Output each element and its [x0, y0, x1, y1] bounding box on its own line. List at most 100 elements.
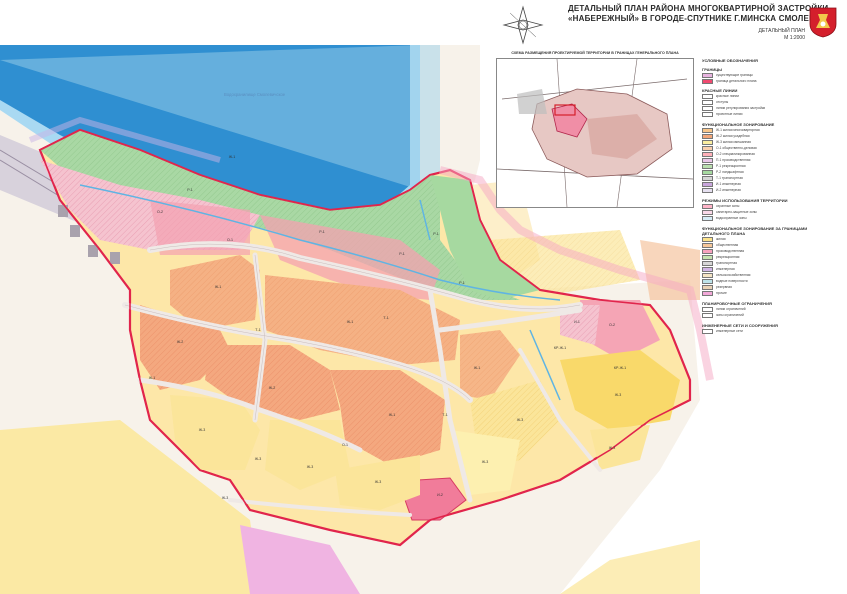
zone-label: Т-1 — [383, 316, 389, 320]
legend-item-label: О-1 общественно-деловая — [716, 145, 757, 150]
legend-swatch — [702, 170, 713, 175]
legend-item: охранные зоны — [702, 204, 830, 209]
legend-item-label: зоны ограничений — [716, 312, 744, 317]
zone-label: Ж-3 — [481, 460, 489, 464]
legend-item: общественная — [702, 243, 830, 248]
zone-label: Ж-1 — [388, 413, 396, 417]
zone-label: Р-1 — [319, 230, 325, 234]
legend-swatch — [702, 237, 713, 242]
zone-label: Р-1 — [399, 252, 405, 256]
legend-item-label: санитарно-защитные зоны — [716, 209, 757, 214]
legend-item-label: О-2 специализированная — [716, 151, 755, 156]
legend-swatch — [702, 106, 713, 111]
legend-item: сельскохозяйственная — [702, 273, 830, 278]
legend-swatch — [702, 128, 713, 133]
legend-item-label: водоохранные зоны — [716, 215, 747, 220]
sheet-subtitle: ДЕТАЛЬНЫЙ ПЛАН М 1:2000 — [745, 28, 805, 42]
legend-item: инженерные сети — [702, 329, 830, 334]
zone-label: Ж-1 — [473, 366, 481, 370]
legend-item: Ж-3 жилая смешанная — [702, 140, 830, 145]
subtitle-line-1: ДЕТАЛЬНЫЙ ПЛАН — [758, 28, 805, 34]
location-scheme-inset — [496, 58, 694, 208]
legend-item: существующие границы — [702, 73, 830, 78]
legend-item: О-1 общественно-деловая — [702, 146, 830, 151]
legend-item: производственная — [702, 249, 830, 254]
legend-swatch — [702, 279, 713, 284]
title-line-2: «НАБЕРЕЖНЫЙ» В ГОРОДЕ-СПУТНИКЕ Г.МИНСКА … — [568, 14, 833, 23]
zone-label: Ж-1 — [214, 285, 222, 289]
legend-swatch — [702, 210, 713, 215]
zone-label: О-1 — [342, 443, 348, 447]
legend-item-label: Ж-2 жилая усадебная — [716, 133, 750, 138]
legend-item: линии регулирования застройки — [702, 106, 830, 111]
legend-item: Р-1 рекреационная — [702, 164, 830, 169]
coat-of-arms-icon — [809, 7, 837, 38]
legend-item-label: линии ограничений — [716, 306, 746, 311]
legend-item: П-1 производственная — [702, 158, 830, 163]
legend-item: И-1 инженерная — [702, 182, 830, 187]
legend-item-label: граница детального плана — [716, 78, 757, 83]
legend-item: проектные линии — [702, 112, 830, 117]
legend-swatch — [702, 94, 713, 99]
zone-label: Р-1 — [459, 281, 465, 285]
legend-item-label: транспортная — [716, 260, 737, 265]
legend-swatch — [702, 79, 713, 84]
legend-swatch — [702, 267, 713, 272]
legend-item: отступы — [702, 100, 830, 105]
zone-label: КР-Ж-1 — [613, 366, 627, 370]
legend-item-label: существующие границы — [716, 72, 753, 77]
zone-label: Ж-3 — [198, 428, 206, 432]
legend-item: зоны ограничений — [702, 313, 830, 318]
legend-swatch — [702, 158, 713, 163]
legend-item-label: охранные зоны — [716, 203, 740, 208]
legend-item-label: Р-2 ландшафтная — [716, 169, 744, 174]
legend-swatch — [702, 182, 713, 187]
legend-section-title: ФУНКЦИОНАЛЬНОЕ ЗОНИРОВАНИЕ — [702, 122, 775, 127]
legend-item-label: Ж-1 жилая многоквартирная — [716, 127, 760, 132]
legend-item-label: Р-1 рекреационная — [716, 163, 746, 168]
zone-label: Т-1 — [255, 328, 261, 332]
legend-item-label: И-1 инженерная — [716, 181, 741, 186]
zone-label: И-2 — [437, 493, 443, 497]
zone-label: Ж-3 — [306, 465, 314, 469]
legend-swatch — [702, 313, 713, 318]
zone-label: Ж-1 — [228, 155, 236, 159]
inset-title: СХЕМА РАЗМЕЩЕНИЯ ПРОЕКТИРУЕМОЙ ТЕРРИТОРИ… — [511, 51, 679, 55]
legend-item: граница детального плана — [702, 79, 830, 84]
legend-item: резервная — [702, 285, 830, 290]
zone-label: Ж-3 — [608, 446, 616, 450]
legend-section-title: РЕЖИМЫ ИСПОЛЬЗОВАНИЯ ТЕРРИТОРИИ — [702, 198, 788, 203]
legend-section-title: ФУНКЦИОНАЛЬНОЕ ЗОНИРОВАНИЕ ЗА ГРАНИЦАМИ … — [702, 226, 808, 236]
legend-item: инженерная — [702, 267, 830, 272]
legend-item-label: Ж-3 жилая смешанная — [716, 139, 751, 144]
legend-item-label: резервная — [716, 284, 732, 289]
legend-item-label: рекреационная — [716, 254, 740, 259]
legend-section-title: ПЛАНИРОВОЧНЫЕ ОГРАНИЧЕНИЯ — [702, 301, 772, 306]
legend-item: Ж-2 жилая усадебная — [702, 134, 830, 139]
legend-item-label: Т-1 транспортная — [716, 175, 743, 180]
legend-swatch — [702, 140, 713, 145]
title-line-1: ДЕТАЛЬНЫЙ ПЛАН РАЙОНА МНОГОКВАРТИРНОЙ ЗА… — [568, 4, 829, 13]
reservoir-label: Водохранилище Смолевичское — [224, 92, 286, 97]
legend-item-label: линии регулирования застройки — [716, 105, 766, 110]
zone-label: И-1 — [574, 320, 580, 324]
legend-item-label: общественная — [716, 242, 739, 247]
legend-swatch — [702, 73, 713, 78]
legend-swatch — [702, 255, 713, 260]
legend-section-title: ГРАНИЦЫ — [702, 67, 723, 72]
zone-label: Ж-3 — [516, 418, 524, 422]
legend-swatch — [702, 204, 713, 209]
legend-item-label: красные линии — [716, 93, 739, 98]
legend-item: водоохранные зоны — [702, 216, 830, 221]
zone-label: Ж-2 — [176, 340, 184, 344]
legend-item: И-2 инженерная — [702, 188, 830, 193]
legend-item-label: жилая — [716, 236, 726, 241]
legend-item-label: инженерная — [716, 266, 735, 271]
legend-item-label: производственная — [716, 248, 745, 253]
legend-item-label: водные поверхности — [716, 278, 748, 283]
legend-swatch — [702, 273, 713, 278]
legend-section-title: ИНЖЕНЕРНЫЕ СЕТИ И СООРУЖЕНИЯ — [702, 323, 778, 328]
legend-swatch — [702, 261, 713, 266]
legend-item: красные линии — [702, 94, 830, 99]
zone-label: Р-1 — [187, 188, 193, 192]
